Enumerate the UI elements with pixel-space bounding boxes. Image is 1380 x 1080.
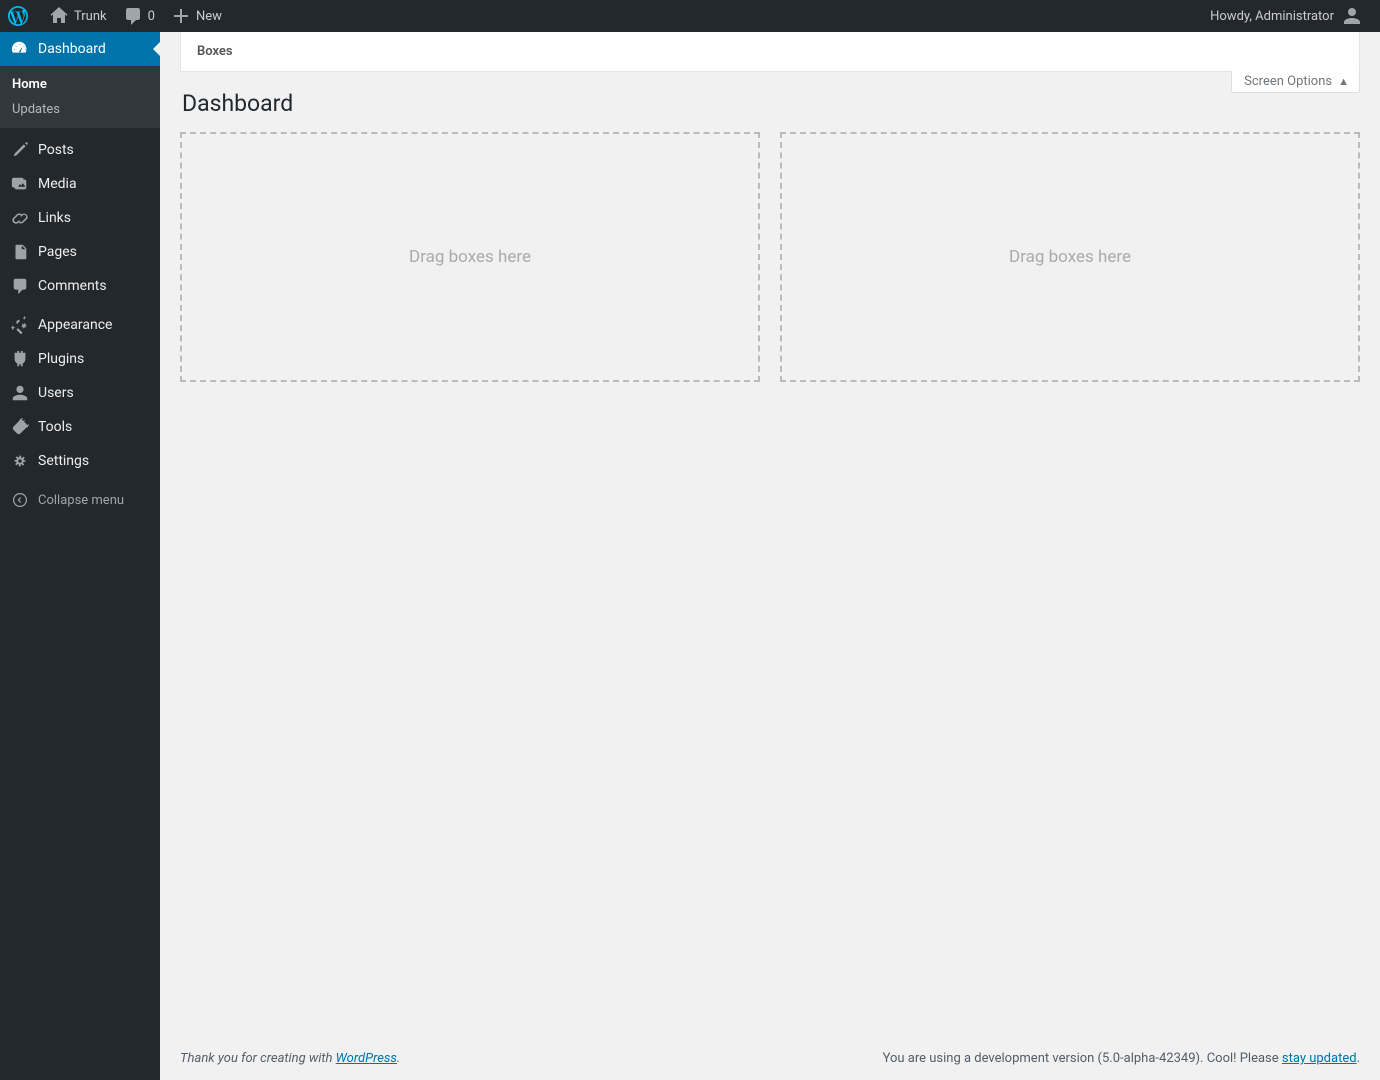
posts-icon	[10, 140, 30, 160]
comments-menu[interactable]: 0	[115, 0, 163, 32]
collapse-icon	[10, 490, 30, 510]
sidebar-item-posts[interactable]: Posts	[0, 133, 160, 167]
comments-icon	[10, 276, 30, 296]
sidebar-item-users[interactable]: Users	[0, 376, 160, 410]
users-icon	[10, 383, 30, 403]
wp-logo-menu[interactable]	[0, 0, 41, 32]
site-name-menu[interactable]: Trunk	[41, 0, 115, 32]
footer-thankyou: Thank you for creating with WordPress.	[180, 1051, 400, 1066]
sidebar-subitem-updates[interactable]: Updates	[0, 97, 160, 122]
meta-box-dropzone-left[interactable]: Drag boxes here	[180, 132, 760, 382]
sidebar-item-label: Posts	[38, 142, 74, 158]
new-content-menu[interactable]: New	[163, 0, 230, 32]
plugins-icon	[10, 349, 30, 369]
new-label: New	[196, 9, 222, 24]
sidebar-item-dashboard[interactable]: Dashboard	[0, 32, 160, 66]
screen-options-button[interactable]: Screen Options ▲	[1231, 71, 1360, 93]
caret-up-icon: ▲	[1338, 75, 1349, 88]
sidebar-item-label: Plugins	[38, 351, 84, 367]
collapse-label: Collapse menu	[38, 493, 124, 508]
sidebar-item-label: Comments	[38, 278, 107, 294]
sidebar-item-comments[interactable]: Comments	[0, 269, 160, 303]
plus-icon	[171, 6, 191, 26]
footer-version: You are using a development version (5.0…	[883, 1051, 1360, 1066]
tools-icon	[10, 417, 30, 437]
page-title: Dashboard	[182, 90, 1360, 117]
sidebar-item-label: Links	[38, 210, 71, 226]
sidebar-item-label: Tools	[38, 419, 72, 435]
main-content: Boxes Screen Options ▲ Dashboard Drag bo…	[160, 32, 1380, 1080]
screen-options-label: Screen Options	[1244, 74, 1332, 89]
sidebar-item-label: Appearance	[38, 317, 112, 333]
media-icon	[10, 174, 30, 194]
sidebar-item-label: Pages	[38, 244, 77, 260]
admin-bar: Trunk 0 New Howdy, Administrator	[0, 0, 1380, 32]
sidebar-item-label: Dashboard	[38, 41, 106, 57]
sidebar-item-media[interactable]: Media	[0, 167, 160, 201]
stay-updated-link[interactable]: stay updated	[1282, 1051, 1357, 1066]
appearance-icon	[10, 315, 30, 335]
sidebar-item-label: Settings	[38, 453, 89, 469]
admin-footer: Thank you for creating with WordPress. Y…	[160, 1037, 1380, 1080]
comments-count: 0	[148, 9, 155, 24]
sidebar-item-pages[interactable]: Pages	[0, 235, 160, 269]
pages-icon	[10, 242, 30, 262]
sidebar-item-label: Users	[38, 385, 74, 401]
sidebar-item-plugins[interactable]: Plugins	[0, 342, 160, 376]
meta-box-dropzone-right[interactable]: Drag boxes here	[780, 132, 1360, 382]
sidebar-item-tools[interactable]: Tools	[0, 410, 160, 444]
sidebar-item-appearance[interactable]: Appearance	[0, 308, 160, 342]
home-icon	[49, 6, 69, 26]
meta-box-row: Drag boxes here Drag boxes here	[180, 132, 1360, 382]
boxes-tab-label[interactable]: Boxes	[181, 32, 249, 71]
drag-placeholder-text: Drag boxes here	[409, 247, 531, 267]
howdy-text: Howdy, Administrator	[1210, 9, 1334, 24]
sidebar-item-label: Media	[38, 176, 77, 192]
admin-sidebar: Dashboard Home Updates Posts Media Links…	[0, 32, 160, 1080]
wordpress-icon	[8, 6, 28, 26]
drag-placeholder-text: Drag boxes here	[1009, 247, 1131, 267]
dashboard-icon	[10, 39, 30, 59]
user-icon	[1342, 6, 1362, 26]
sidebar-item-settings[interactable]: Settings	[0, 444, 160, 478]
settings-icon	[10, 451, 30, 471]
my-account-menu[interactable]: Howdy, Administrator	[1202, 0, 1370, 32]
wordpress-link[interactable]: WordPress	[336, 1051, 397, 1066]
site-name-label: Trunk	[74, 9, 107, 24]
sidebar-subitem-home[interactable]: Home	[0, 72, 160, 97]
links-icon	[10, 208, 30, 228]
screen-meta-boxes-tab: Boxes	[180, 32, 1360, 72]
collapse-menu-button[interactable]: Collapse menu	[0, 482, 160, 518]
comment-icon	[123, 6, 143, 26]
sidebar-item-links[interactable]: Links	[0, 201, 160, 235]
sidebar-submenu-dashboard: Home Updates	[0, 66, 160, 128]
